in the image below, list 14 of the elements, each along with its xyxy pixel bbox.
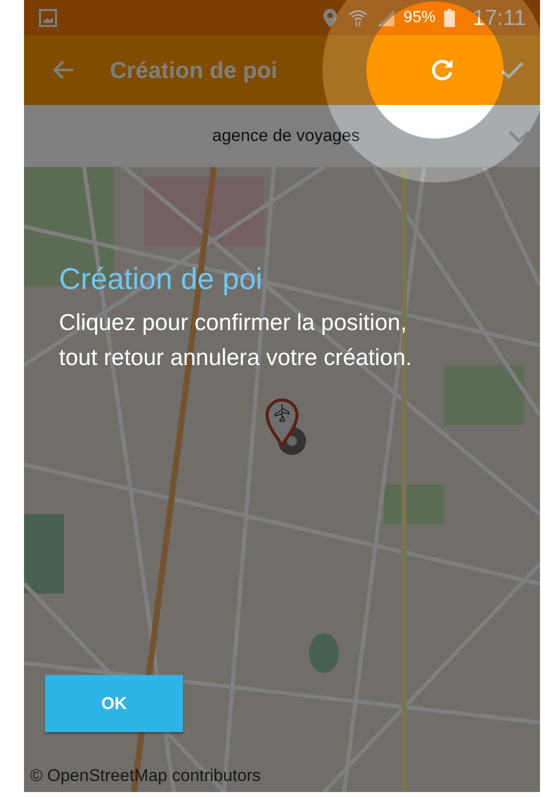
category-dropdown[interactable]: agence de voyages: [24, 105, 540, 167]
battery-percent: 95%: [404, 8, 436, 26]
clock-time: 17:11: [472, 4, 526, 30]
map-attribution: © OpenStreetMap contributors: [30, 766, 261, 786]
street-map-drawing[interactable]: [24, 167, 540, 792]
showcase-text: Cliquez pour confirmer la position, tout retour annulera votre création.: [59, 308, 413, 372]
battery-icon: [444, 8, 455, 26]
chevron-down-icon[interactable]: [508, 130, 530, 142]
signal-icon: [376, 8, 396, 28]
app-bar-title: Création de poi: [110, 56, 278, 84]
showcase-title: Création de poi: [59, 263, 262, 297]
image-icon: [38, 8, 58, 28]
ok-button[interactable]: OK: [45, 675, 183, 732]
wifi-icon: [348, 8, 368, 28]
